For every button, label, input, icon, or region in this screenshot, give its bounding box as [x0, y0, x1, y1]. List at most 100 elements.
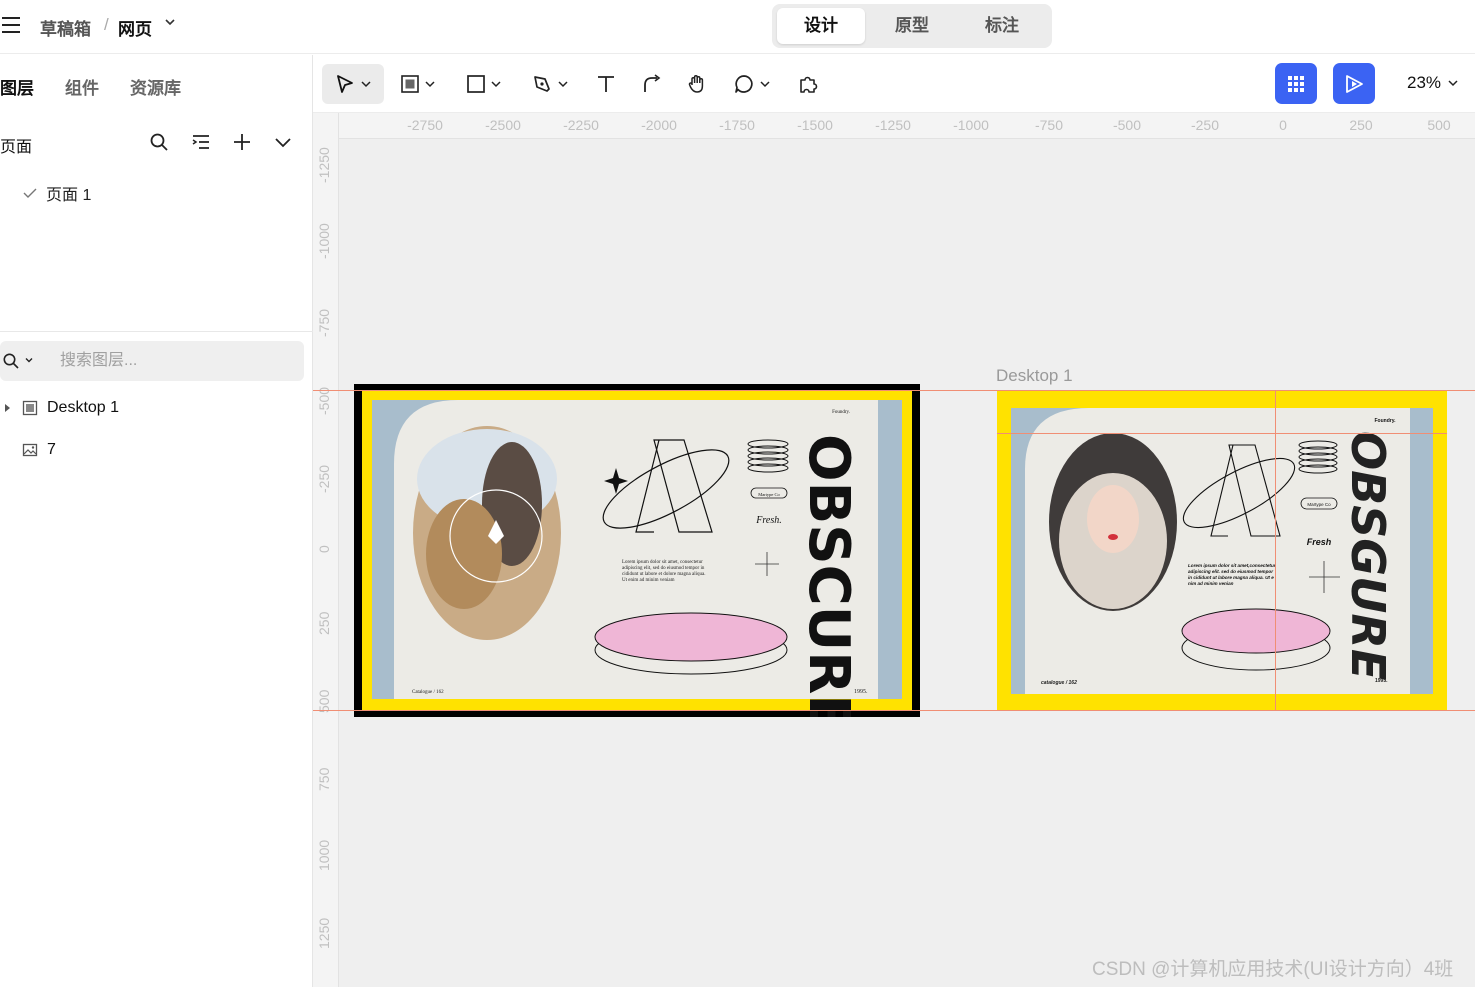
layer-row[interactable]: Desktop 1 — [0, 399, 119, 417]
plugin-tool[interactable] — [793, 64, 823, 104]
move-tool[interactable] — [322, 64, 384, 104]
page-list-item[interactable]: 页面 1 — [22, 181, 91, 205]
image-icon — [22, 443, 38, 457]
tab-assets[interactable]: 资源库 — [130, 74, 181, 99]
ruler-tick: 0 — [316, 545, 332, 553]
photo-person-left — [426, 499, 502, 609]
photo-lips — [1108, 534, 1118, 540]
pen-tool[interactable] — [525, 64, 575, 104]
svg-text:Lorem ipsum dolor sit amet,con: Lorem ipsum dolor sit amet,consectetur — [1188, 563, 1276, 568]
ruler-tick: 500 — [1427, 117, 1451, 133]
toolbar: 23% — [313, 55, 1475, 113]
pen-icon — [534, 76, 550, 92]
ruler-tick: -250 — [1190, 117, 1220, 133]
guide-line-horizontal[interactable] — [997, 433, 1447, 434]
pill-text: Martype Co — [758, 492, 780, 497]
frame-label[interactable]: Desktop 1 — [996, 366, 1073, 386]
top-bar: 草稿箱 / 网页 设计 原型 标注 — [0, 0, 1475, 54]
chevron-down-icon[interactable] — [759, 78, 771, 90]
ruler-tick: -500 — [316, 386, 332, 415]
chevron-down-icon[interactable] — [360, 78, 372, 90]
text-icon — [598, 76, 614, 92]
horizontal-ruler: -2750 -2500 -2250 -2000 -1750 -1500 -125… — [339, 113, 1475, 139]
chevron-down-icon[interactable] — [557, 78, 569, 90]
check-icon — [23, 188, 37, 198]
ruler-tick: -1250 — [316, 147, 332, 183]
chevron-down-icon[interactable] — [490, 78, 502, 90]
left-panel: 图层 组件 资源库 页面 页面 1 Desktop 1 7 — [0, 55, 313, 987]
desktop-1-frame[interactable]: Martype Co Fresh Foundry. Lorem ipsum do… — [997, 391, 1447, 711]
tab-design[interactable]: 设计 — [777, 8, 865, 44]
catalogue-text: catalogue / 162 — [1041, 680, 1077, 686]
ruler-tick: -750 — [1034, 117, 1064, 133]
ruler-tick: -1250 — [875, 117, 911, 133]
brand-text: Foundry. — [1374, 418, 1396, 424]
rectangle-tool[interactable] — [459, 64, 509, 104]
pink-disc — [1181, 608, 1331, 654]
breadcrumb-separator: / — [104, 15, 109, 34]
guide-line-horizontal[interactable] — [313, 710, 1475, 711]
brand-text: Foundry. — [832, 410, 850, 415]
hamburger-icon[interactable] — [2, 17, 20, 33]
plugin-icon — [800, 76, 818, 93]
search-input[interactable] — [60, 350, 290, 372]
ruler-tick: 0 — [1279, 117, 1287, 133]
breadcrumb-file[interactable]: 网页 — [118, 15, 152, 40]
grid-icon — [1288, 75, 1304, 92]
connector-tool[interactable] — [637, 64, 667, 104]
layer-row[interactable]: 7 — [0, 441, 56, 459]
ruler-tick: -2250 — [563, 117, 599, 133]
breadcrumb-drafts[interactable]: 草稿箱 — [40, 15, 91, 40]
chevron-down-icon[interactable] — [163, 15, 177, 29]
comment-tool[interactable] — [727, 64, 777, 104]
layer-label: Desktop 1 — [47, 399, 120, 416]
chevron-down-icon[interactable] — [272, 131, 294, 153]
rectangle-icon — [467, 75, 485, 93]
svg-text:Lorem ipsum dolor sit amet, co: Lorem ipsum dolor sit amet, consectetur — [622, 560, 703, 565]
text-tool[interactable] — [591, 64, 621, 104]
caret-right-icon[interactable] — [2, 402, 14, 414]
vertical-ruler: -1250 -1000 -750 -500 -250 0 250 500 750… — [313, 113, 339, 987]
hand-tool[interactable] — [682, 64, 712, 104]
reference-image-layer[interactable]: Martype Co Fresh. Foundry. Lorem ipsum d… — [354, 384, 920, 717]
chevron-down-icon[interactable] — [1447, 77, 1459, 89]
zoom-level[interactable]: 23% — [1407, 73, 1441, 93]
svg-text:nim ad minim venian: nim ad minim venian — [1188, 581, 1234, 586]
svg-text:Ut enim ad minim veniam: Ut enim ad minim veniam — [622, 578, 675, 583]
page-label: 页面 1 — [46, 187, 92, 204]
fresh-text: Fresh. — [755, 515, 781, 526]
tab-prototype[interactable]: 原型 — [868, 8, 956, 44]
panel-divider — [0, 331, 313, 332]
tab-components[interactable]: 组件 — [65, 74, 99, 99]
tab-layers[interactable]: 图层 — [0, 74, 34, 99]
mode-switch: 设计 原型 标注 — [772, 4, 1052, 48]
guide-line-vertical[interactable] — [1275, 391, 1276, 711]
catalogue-text: Catalogue / 162 — [412, 690, 444, 695]
photo-face — [1087, 485, 1139, 553]
tab-annotate[interactable]: 标注 — [958, 8, 1046, 44]
watermark: CSDN @计算机应用技术(UI设计方向）4班 — [1092, 959, 1454, 980]
obscure-title: OBSCURE — [796, 434, 861, 717]
ruler-tick: -750 — [316, 308, 332, 337]
play-cursor-icon — [1346, 74, 1363, 93]
ruler-tick: 1250 — [316, 917, 332, 949]
add-page-icon[interactable] — [231, 131, 253, 153]
outline-list-icon[interactable] — [190, 131, 212, 153]
pill-text: Martype Co — [1307, 502, 1331, 507]
present-button[interactable] — [1333, 63, 1375, 104]
ruler-tick: -250 — [316, 464, 332, 493]
frame-tool[interactable] — [393, 64, 443, 104]
chevron-down-icon[interactable] — [424, 78, 436, 90]
obsgure-title: OBSGURE — [1341, 431, 1395, 680]
layer-search — [0, 341, 304, 381]
chevron-down-icon[interactable] — [24, 355, 34, 365]
search-icon[interactable] — [2, 352, 20, 370]
frame-icon — [22, 400, 38, 416]
canvas[interactable]: -2750 -2500 -2250 -2000 -1750 -1500 -125… — [313, 113, 1475, 987]
ruler-tick: 250 — [316, 611, 332, 635]
guide-line-horizontal[interactable] — [313, 390, 1475, 391]
grid-apps-button[interactable] — [1275, 63, 1317, 104]
frame-icon — [401, 75, 419, 93]
search-icon[interactable] — [148, 131, 170, 153]
ruler-tick: 250 — [1349, 117, 1373, 133]
